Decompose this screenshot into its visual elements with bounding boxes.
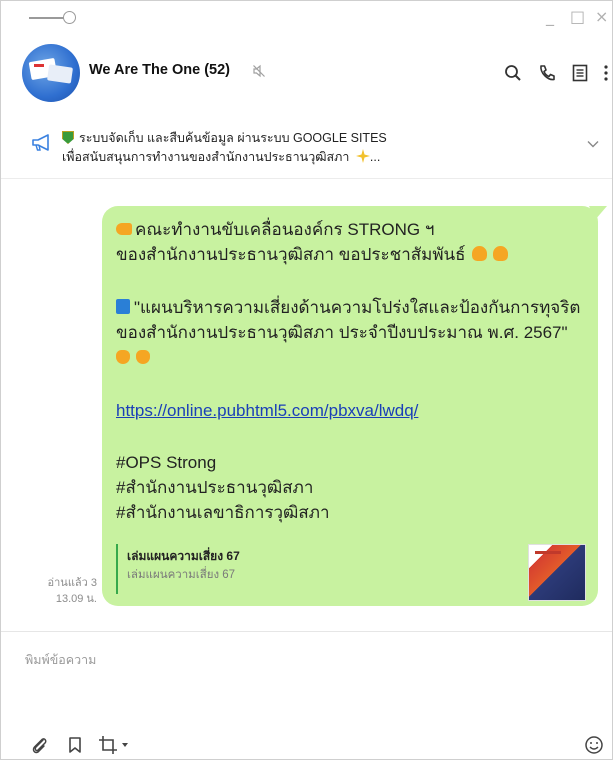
more-icon[interactable] bbox=[602, 63, 610, 83]
link-preview-thumbnail bbox=[528, 544, 586, 601]
screenshot-crop-icon[interactable] bbox=[98, 735, 118, 755]
pin-line bbox=[29, 17, 65, 19]
message-text: ของสำนักงานประธานวุฒิสภา ขอประชาสัมพันธ์ bbox=[116, 245, 466, 264]
message-input[interactable]: พิมพ์ข้อความ bbox=[25, 650, 96, 670]
sparkle-icon bbox=[355, 149, 370, 163]
pointing-hand-icon bbox=[116, 223, 132, 235]
chat-window: _ □ × We Are The One (52) ระบบจัดเก็บ แล… bbox=[0, 0, 613, 760]
message-text: ของสำนักงานประธานวุฒิสภา ประจำปีงบประมาณ… bbox=[116, 323, 568, 342]
minimize-button[interactable]: _ bbox=[546, 7, 554, 27]
megaphone-emoji-icon bbox=[492, 246, 508, 261]
pin-toggle[interactable] bbox=[29, 11, 79, 25]
announcement-text-1: ระบบจัดเก็บ และสืบค้นข้อมูล ผ่านระบบ GOO… bbox=[79, 131, 387, 145]
message-meta: อ่านแล้ว 3 13.09 น. bbox=[35, 575, 97, 607]
maximize-button[interactable]: □ bbox=[570, 7, 585, 27]
emoji-icon[interactable] bbox=[584, 735, 604, 755]
avatar-mark bbox=[34, 64, 44, 67]
caret-down-icon[interactable] bbox=[122, 743, 128, 747]
mute-icon bbox=[253, 64, 265, 78]
hashtag[interactable]: #สำนักงานประธานวุฒิสภา bbox=[116, 476, 313, 500]
thumbnail-title-bar bbox=[535, 551, 561, 554]
announcement-line-2: เพื่อสนับสนุนการทำงานของสำนักงานประธานวุ… bbox=[62, 147, 380, 167]
message-link[interactable]: https://online.pubhtml5.com/pbxva/lwdq/ bbox=[116, 399, 418, 423]
bookmark-icon[interactable] bbox=[65, 735, 85, 755]
read-status: อ่านแล้ว 3 bbox=[47, 577, 97, 589]
message-area[interactable]: คณะทำงานขับเคลื่อนองค์กร STRONG ฯ ของสำน… bbox=[1, 179, 612, 631]
pointing-down-icon bbox=[136, 350, 150, 364]
link-preview-title: เล่มแผนความเสี่ยง 67 bbox=[127, 549, 240, 563]
group-avatar[interactable] bbox=[22, 44, 80, 102]
announcement-bar[interactable]: ระบบจัดเก็บ และสืบค้นข้อมูล ผ่านระบบ GOO… bbox=[1, 109, 612, 179]
bubble-tail bbox=[589, 206, 607, 220]
hashtag[interactable]: #สำนักงานเลขาธิการวุฒิสภา bbox=[116, 501, 330, 525]
announcement-text-2: เพื่อสนับสนุนการทำงานของสำนักงานประธานวุ… bbox=[62, 150, 350, 164]
link-preview[interactable]: เล่มแผนความเสี่ยง 67 เล่มแผนความเสี่ยง 6… bbox=[116, 544, 586, 601]
chevron-down-icon[interactable] bbox=[587, 140, 599, 148]
message-line: "แผนบริหารความเสี่ยงด้านความโปร่งใสและป้… bbox=[116, 296, 580, 320]
search-icon[interactable] bbox=[503, 63, 523, 83]
phone-icon[interactable] bbox=[537, 63, 557, 83]
announcement-line-1: ระบบจัดเก็บ และสืบค้นข้อมูล ผ่านระบบ GOO… bbox=[62, 128, 387, 148]
avatar-card bbox=[47, 64, 73, 84]
close-button[interactable]: × bbox=[595, 7, 608, 27]
group-name[interactable]: We Are The One (52) bbox=[89, 62, 230, 78]
link-preview-subtitle: เล่มแผนความเสี่ยง 67 bbox=[127, 569, 236, 581]
message-composer[interactable]: พิมพ์ข้อความ bbox=[1, 631, 612, 759]
title-bar: _ □ × bbox=[1, 1, 612, 37]
announcement-ellipsis: ... bbox=[369, 150, 381, 164]
beginner-badge-icon bbox=[62, 131, 74, 144]
message-time: 13.09 น. bbox=[55, 593, 97, 605]
megaphone-icon bbox=[32, 134, 49, 151]
chat-header: We Are The One (52) bbox=[1, 37, 612, 109]
message-text: คณะทำงานขับเคลื่อนองค์กร STRONG ฯ bbox=[135, 220, 435, 239]
megaphone-emoji-icon bbox=[471, 246, 487, 261]
message-line bbox=[116, 346, 156, 370]
pointing-down-icon bbox=[116, 350, 130, 364]
notes-icon[interactable] bbox=[570, 63, 590, 83]
paperclip-icon[interactable] bbox=[30, 735, 50, 755]
hashtag[interactable]: #OPS Strong bbox=[116, 451, 216, 475]
pin-circle bbox=[63, 11, 76, 24]
message-bubble[interactable]: คณะทำงานขับเคลื่อนองค์กร STRONG ฯ ของสำน… bbox=[102, 206, 598, 606]
message-line: ของสำนักงานประธานวุฒิสภา ขอประชาสัมพันธ์ bbox=[116, 243, 508, 267]
book-icon bbox=[116, 299, 130, 314]
message-text: "แผนบริหารความเสี่ยงด้านความโปร่งใสและป้… bbox=[134, 298, 581, 317]
message-line: คณะทำงานขับเคลื่อนองค์กร STRONG ฯ bbox=[116, 218, 434, 242]
